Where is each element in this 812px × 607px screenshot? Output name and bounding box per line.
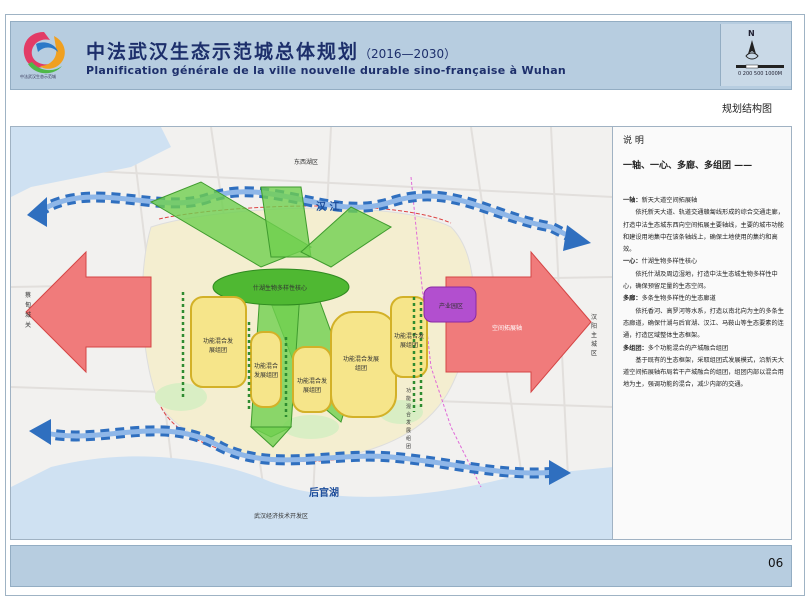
northern-water-area: [11, 127, 171, 197]
title-years: （2016—2030）: [359, 47, 457, 61]
para-lead: 多廊：: [623, 295, 642, 303]
map-label-hanyang: 汉阳主城区: [591, 314, 598, 357]
map-label-cluster: 功能混合发展组团: [406, 388, 412, 450]
panel-paragraph: 基于既有的生态框架，采取组团式发展模式，沿新天大道空间拓展轴布局若干产城融合的组…: [623, 356, 784, 389]
page-number: 06: [768, 556, 784, 570]
para-text: 新天大道空间拓展轴: [641, 197, 698, 204]
map-label-dongxihu: 东西湖区: [294, 159, 319, 166]
map-label-cluster: 功能混合发展组团: [342, 356, 379, 372]
panel-text: 一轴：新天大道空间拓展轴 依托新天大道、轨道交通赣匐线形成的综合交通走廊，打造中…: [623, 195, 786, 392]
para-lead: 一心：: [623, 258, 642, 266]
map-label-houguanhu: 后官湖: [309, 488, 339, 499]
panel-paragraph: 依托新天大道、轨道交通赣匐线形成的综合交通走廊，打造中法生态城东西向空间拓展主要…: [623, 209, 784, 254]
north-arrow-icon: [745, 40, 759, 60]
panel-title: 说 明: [623, 136, 644, 146]
para-lead: 多组团：: [623, 344, 648, 352]
panel-paragraph: 一心：什湖生物多样性核心: [623, 256, 786, 268]
panel-heading: 一轴、一心、多廊、多组团 ——: [623, 161, 753, 171]
para-text: 什湖生物多样性核心: [641, 258, 698, 266]
panel-paragraph: 依托什湖及周边湿地，打造中法生态城生物多样性中心，确保预留足量的生态空间。: [623, 270, 778, 291]
scale-bar: [736, 64, 784, 69]
panel-paragraph: 一轴：新天大道空间拓展轴: [623, 195, 786, 207]
page-title: 中法武汉生态示范城总体规划（2016—2030）: [86, 37, 456, 64]
panel-paragraph: 多廊：多条生物多样性的生态廊道: [623, 293, 786, 305]
map-label-cluster: 功能混合发展组团: [297, 378, 328, 394]
panel-paragraph: 依托香河、高罗河等水系，打造以南北向为主的多条生态廊道，确保什湖与后官湖、汉江、…: [623, 307, 784, 340]
map-label-industrial: 产业园区: [439, 303, 464, 310]
map-label-axis: 空间拓展轴: [492, 325, 523, 332]
map-label-hanjiang: 汉 江: [316, 202, 340, 213]
panel-paragraph: 多组团：多个功能混合的产城融合组团: [623, 343, 786, 355]
title-french: Planification générale de la ville nouve…: [86, 64, 567, 77]
map-label-cluster: 功能混合发展组团: [202, 338, 233, 354]
title-cn-text: 中法武汉生态示范城总体规划: [86, 41, 360, 63]
logo-text: 中法武汉生态示范城: [20, 74, 56, 79]
para-text: 多条生物多样性的生态廊道: [641, 295, 716, 303]
map-label-cluster: 功能混合发展组团: [394, 333, 425, 349]
map-label-core: 什湖生物多样性核心: [253, 285, 308, 292]
map-label-caidian: 蔡甸城关: [25, 292, 32, 329]
scale-label: 0 200 500 1000M: [738, 71, 783, 77]
para-lead: 一轴：: [623, 197, 642, 204]
planning-map: 东西湖区 汉 江 后官湖 武汉经济技术开发区 蔡甸城关 汉阳主城区 什湖生物多样…: [10, 126, 614, 540]
legend-panel: 说 明 一轴、一心、多廊、多组团 —— 一轴：新天大道空间拓展轴 依托新天大道、…: [612, 126, 792, 540]
footer-bar: [10, 545, 792, 587]
map-label-dev-zone: 武汉经济技术开发区: [254, 513, 309, 520]
map-subtitle: 规划结构图: [722, 104, 772, 115]
north-label: N: [748, 29, 755, 38]
para-text: 多个功能混合的产城融合组团: [647, 344, 729, 352]
map-label-cluster: 功能混合发展组团: [253, 363, 278, 379]
